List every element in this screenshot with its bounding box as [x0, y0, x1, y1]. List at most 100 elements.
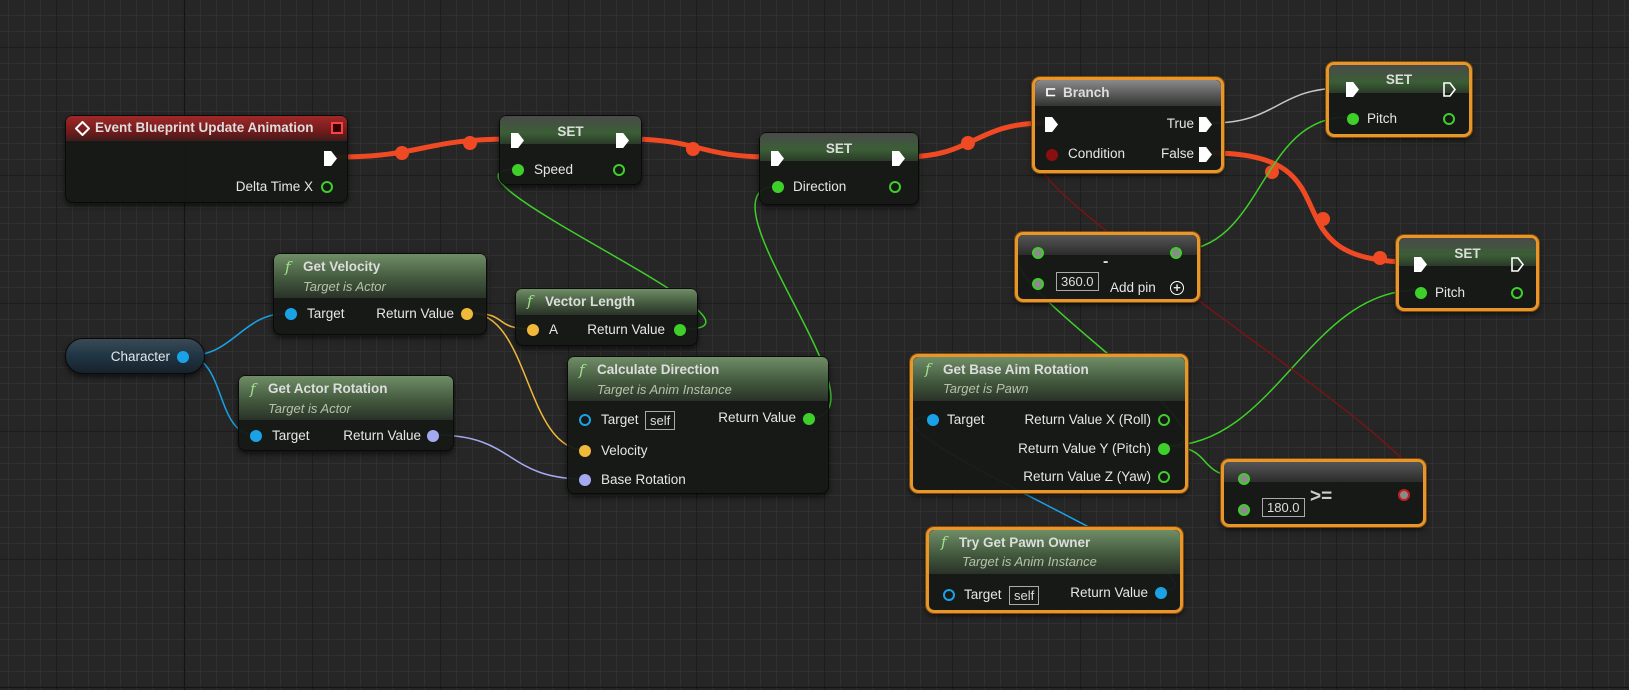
speed-out-pin[interactable]	[613, 164, 625, 176]
a-input-pin[interactable]	[1238, 473, 1250, 485]
greater-equal-node[interactable]: 180.0 >=	[1221, 459, 1426, 527]
pin-label: Return Value	[343, 428, 421, 443]
node-title: Try Get Pawn Owner	[959, 535, 1091, 550]
b-input-pin[interactable]	[1032, 278, 1044, 290]
get-base-aim-rotation-node[interactable]: f Get Base Aim Rotation Target is Pawn T…	[910, 354, 1188, 493]
exec-out-pin[interactable]	[1511, 257, 1524, 272]
node-subtitle: Target is Actor	[303, 279, 386, 294]
operator-symbol: >=	[1310, 486, 1333, 507]
node-subtitle: Target is Pawn	[943, 381, 1029, 396]
delta-time-pin[interactable]	[321, 181, 333, 193]
direction-in-pin[interactable]	[772, 181, 784, 193]
condition-label: Condition	[1068, 146, 1126, 161]
exec-wire[interactable]	[903, 120, 1046, 160]
node-title: Event Blueprint Update Animation	[95, 120, 314, 135]
pitch-out-pin[interactable]	[1443, 113, 1455, 125]
node-title: Calculate Direction	[597, 362, 720, 377]
velocity-pin[interactable]	[579, 445, 591, 457]
get-velocity-node[interactable]: f Get Velocity Target is Actor Target Re…	[273, 253, 487, 335]
exec-wire[interactable]	[1211, 87, 1344, 124]
pin-label: A	[549, 322, 559, 337]
return-value-pin[interactable]	[461, 308, 473, 320]
return-value-pin[interactable]	[803, 413, 815, 425]
pin-label: Delta Time X	[235, 179, 313, 194]
try-get-pawn-owner-node[interactable]: f Try Get Pawn Owner Target is Anim Inst…	[926, 527, 1183, 613]
true-exec-pin[interactable]	[1199, 117, 1212, 132]
vector-length-node[interactable]: f Vector Length A Return Value	[515, 288, 698, 346]
self-default: self	[1009, 586, 1040, 605]
condition-pin[interactable]	[1046, 149, 1058, 161]
return-value-pin[interactable]	[674, 324, 686, 336]
add-pin-label[interactable]: Add pin	[1110, 280, 1156, 296]
pin-label: Target	[947, 412, 985, 427]
set-pitch-node-top[interactable]: SET Pitch	[1326, 62, 1472, 137]
return-y-pin[interactable]	[1158, 443, 1170, 455]
exec-out-pin[interactable]	[1443, 82, 1456, 97]
pin-label: Direction	[793, 179, 847, 194]
pin-label: Return Value	[587, 322, 665, 337]
true-label: True	[1166, 116, 1194, 131]
target-pin[interactable]	[943, 589, 955, 601]
speed-in-pin[interactable]	[512, 164, 524, 176]
pin-label: Return Value Y (Pitch)	[1018, 441, 1151, 456]
pin-label: Velocity	[601, 443, 648, 458]
pin-label: Return Value	[718, 410, 796, 425]
subtract-node[interactable]: 360.0 - Add pin +	[1015, 232, 1200, 302]
exec-out-pin[interactable]	[324, 151, 337, 166]
set-direction-node[interactable]: SET Direction	[759, 132, 919, 205]
operator-symbol: -	[1103, 253, 1109, 270]
exec-in-pin[interactable]	[1045, 117, 1058, 132]
exec-wire[interactable]	[1211, 150, 1412, 265]
exec-flow-bubble	[1373, 251, 1387, 265]
function-icon: f	[925, 360, 931, 378]
pitch-in-pin[interactable]	[1347, 113, 1359, 125]
return-z-pin[interactable]	[1158, 471, 1170, 483]
node-subtitle: Target is Anim Instance	[597, 382, 732, 397]
pin-label: Target	[307, 306, 345, 321]
branch-node[interactable]: ⊏ Branch True Condition False	[1032, 77, 1224, 173]
pin-label: Target	[964, 587, 1002, 602]
set-speed-node[interactable]: SET Speed	[499, 115, 642, 185]
get-actor-rotation-node[interactable]: f Get Actor Rotation Target is Actor Tar…	[238, 375, 454, 451]
exec-flow-bubble	[395, 146, 409, 160]
return-x-pin[interactable]	[1158, 414, 1170, 426]
exec-wire[interactable]	[335, 136, 511, 160]
float-wire[interactable]	[1165, 289, 1419, 447]
b-input-pin[interactable]	[1238, 504, 1250, 516]
node-title: Branch	[1063, 85, 1110, 100]
value-input[interactable]: 180.0	[1262, 498, 1305, 517]
bool-output-pin[interactable]	[1398, 489, 1410, 501]
exec-flow-bubble	[686, 142, 700, 156]
calculate-direction-node[interactable]: f Calculate Direction Target is Anim Ins…	[567, 356, 829, 494]
return-value-pin[interactable]	[1155, 587, 1167, 599]
a-input-pin[interactable]	[1032, 247, 1044, 259]
pitch-out-pin[interactable]	[1511, 287, 1523, 299]
target-pin[interactable]	[285, 308, 297, 320]
a-pin[interactable]	[527, 324, 539, 336]
pin-label: Base Rotation	[601, 472, 686, 487]
pin-label: Speed	[534, 162, 574, 177]
node-title: Get Base Aim Rotation	[943, 362, 1089, 377]
direction-out-pin[interactable]	[889, 181, 901, 193]
event-blueprint-update-animation-node[interactable]: Event Blueprint Update Animation Delta T…	[65, 115, 348, 203]
pin-label: Pitch	[1367, 111, 1398, 126]
target-pin[interactable]	[927, 414, 939, 426]
result-output-pin[interactable]	[1170, 247, 1182, 259]
return-value-pin[interactable]	[427, 430, 439, 442]
pitch-in-pin[interactable]	[1415, 287, 1427, 299]
target-pin[interactable]	[579, 414, 591, 426]
base-rotation-pin[interactable]	[579, 474, 591, 486]
delegate-pin-icon[interactable]	[331, 122, 343, 134]
value-input[interactable]: 360.0	[1056, 272, 1099, 291]
character-variable-node[interactable]: Character	[65, 338, 205, 374]
character-out-pin[interactable]	[177, 351, 189, 363]
set-pitch-node-bottom[interactable]: SET Pitch	[1396, 235, 1539, 311]
function-icon: f	[579, 361, 585, 379]
target-pin[interactable]	[250, 430, 262, 442]
false-label: False	[1160, 146, 1194, 161]
false-exec-pin[interactable]	[1199, 147, 1212, 162]
exec-flow-bubble	[1316, 212, 1330, 226]
add-pin-plus-icon[interactable]: +	[1170, 281, 1184, 295]
node-subtitle: Target is Actor	[268, 401, 351, 416]
exec-flow-bubble	[961, 136, 975, 150]
